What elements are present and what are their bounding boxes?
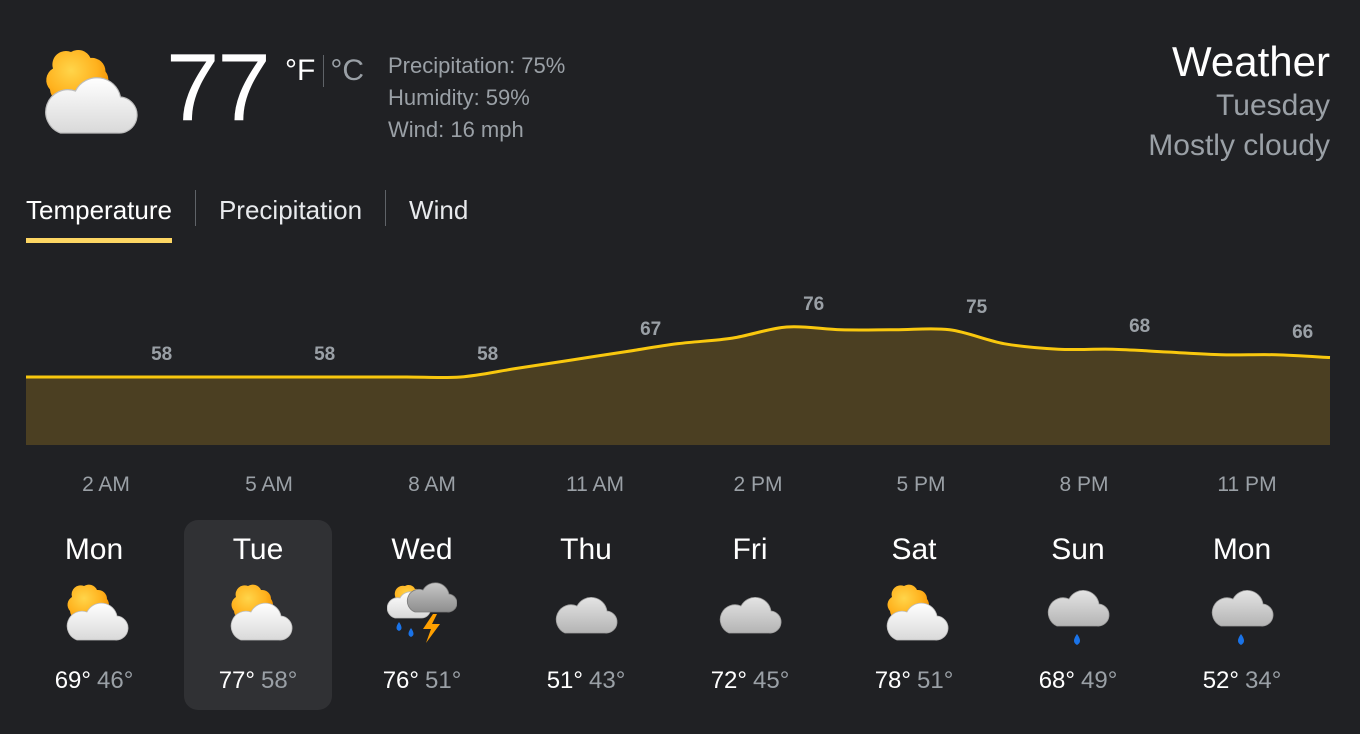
- high-temperature: 77°: [218, 667, 255, 694]
- forecast-day-sun[interactable]: Sun 68° 49°: [1004, 520, 1152, 710]
- day-temperatures: 72° 45°: [676, 666, 824, 696]
- low-temperature: 45°: [753, 667, 790, 694]
- day-temperatures: 52° 34°: [1168, 666, 1316, 696]
- high-temperature: 76°: [382, 667, 419, 694]
- precipitation-detail: Precipitation: 75%: [388, 53, 566, 78]
- tab-temperature[interactable]: Temperature: [26, 188, 172, 246]
- current-condition: Mostly cloudy: [1148, 129, 1330, 162]
- day-temperatures: 77° 58°: [184, 666, 332, 696]
- tab-precipitation[interactable]: Precipitation: [219, 188, 362, 246]
- low-temperature: 46°: [97, 667, 134, 694]
- day-temperatures: 69° 46°: [20, 666, 168, 696]
- daily-forecast: Mon 69° 46° Tue 77° 58° Wed 76° 51° Thu 51° 43° Fri 7…: [20, 520, 1340, 710]
- forecast-day-tue[interactable]: Tue 77° 58°: [184, 520, 332, 710]
- x-tick-label: 11 AM: [566, 473, 624, 496]
- current-conditions: 77 °F °C Precipitation: 75% Humidity: 59…: [0, 0, 1360, 180]
- partly-cloudy-icon: [26, 40, 146, 145]
- rain-icon: [1207, 578, 1277, 648]
- x-tick-label: 5 AM: [245, 473, 293, 496]
- high-temperature: 78°: [874, 667, 911, 694]
- unit-toggle: °F °C: [285, 53, 364, 89]
- day-temperatures: 68° 49°: [1004, 666, 1152, 696]
- partly-cloudy-icon: [59, 578, 129, 648]
- low-temperature: 49°: [1081, 667, 1118, 694]
- forecast-day-thu[interactable]: Thu 51° 43°: [512, 520, 660, 710]
- current-temperature: 77: [166, 34, 271, 141]
- day-name: Fri: [732, 533, 768, 566]
- partly-cloudy-icon: [879, 578, 949, 648]
- forecast-day-sat[interactable]: Sat 78° 51°: [840, 520, 988, 710]
- humidity-detail: Humidity: 59%: [388, 85, 530, 110]
- forecast-day-mon[interactable]: Mon 69° 46°: [20, 520, 168, 710]
- high-temperature: 69°: [54, 667, 91, 694]
- day-name: Mon: [1212, 533, 1272, 566]
- unit-celsius-button[interactable]: °C: [330, 53, 364, 89]
- high-temperature: 68°: [1038, 667, 1075, 694]
- day-name: Mon: [64, 533, 124, 566]
- x-tick-label: 2 AM: [82, 473, 130, 496]
- low-temperature: 43°: [589, 667, 626, 694]
- data-label: 76: [803, 294, 824, 315]
- high-temperature: 52°: [1202, 667, 1239, 694]
- forecast-day-mon[interactable]: Mon 52° 34°: [1168, 520, 1316, 710]
- day-temperatures: 78° 51°: [840, 666, 988, 696]
- unit-fahrenheit-button[interactable]: °F: [285, 53, 315, 89]
- data-label: 58: [314, 344, 335, 365]
- data-label: 66: [1292, 322, 1313, 343]
- day-name: Sat: [891, 533, 937, 566]
- low-temperature: 51°: [917, 667, 954, 694]
- data-label: 68: [1129, 316, 1150, 337]
- wind-detail: Wind: 16 mph: [388, 117, 524, 142]
- tab-divider: [385, 190, 387, 226]
- day-temperatures: 76° 51°: [348, 666, 496, 696]
- location-header: Weather Tuesday Mostly cloudy: [1148, 38, 1330, 166]
- data-label: 75: [966, 297, 988, 318]
- data-label: 58: [151, 344, 172, 365]
- rain-icon: [1043, 578, 1113, 648]
- day-name: Wed: [391, 533, 453, 566]
- forecast-day-fri[interactable]: Fri 72° 45°: [676, 520, 824, 710]
- data-label: 58: [477, 344, 498, 365]
- day-name: Thu: [560, 533, 612, 566]
- tab-divider: [194, 190, 196, 226]
- day-name: Sun: [1051, 533, 1105, 566]
- x-tick-label: 8 PM: [1059, 473, 1108, 496]
- weather-details: Precipitation: 75% Humidity: 59% Wind: 1…: [388, 50, 565, 146]
- x-tick-label: 8 AM: [408, 473, 456, 496]
- weather-title: Weather: [1172, 38, 1330, 85]
- cloudy-icon: [551, 578, 621, 648]
- partly-cloudy-icon: [223, 578, 293, 648]
- unit-divider: [323, 55, 325, 87]
- high-temperature: 72°: [710, 667, 747, 694]
- low-temperature: 34°: [1245, 667, 1282, 694]
- x-tick-label: 5 PM: [896, 473, 945, 496]
- data-label: 67: [640, 319, 661, 340]
- tab-wind[interactable]: Wind: [409, 188, 468, 246]
- low-temperature: 58°: [261, 667, 298, 694]
- low-temperature: 51°: [425, 667, 462, 694]
- chart-tabs: Temperature Precipitation Wind: [26, 188, 468, 246]
- current-day: Tuesday: [1216, 89, 1330, 122]
- day-name: Tue: [232, 533, 284, 566]
- x-tick-label: 11 PM: [1217, 473, 1276, 496]
- forecast-day-wed[interactable]: Wed 76° 51°: [348, 520, 496, 710]
- day-temperatures: 51° 43°: [512, 666, 660, 696]
- thunderstorm-rain-icon: [387, 578, 457, 648]
- cloudy-icon: [715, 578, 785, 648]
- x-tick-label: 2 PM: [733, 473, 782, 496]
- temperature-chart: 58 58 58 67 76 75 68 66 2 AM 5 AM 8 AM 11 AM 2 PM 5 P…: [26, 294, 1331, 496]
- high-temperature: 51°: [546, 667, 583, 694]
